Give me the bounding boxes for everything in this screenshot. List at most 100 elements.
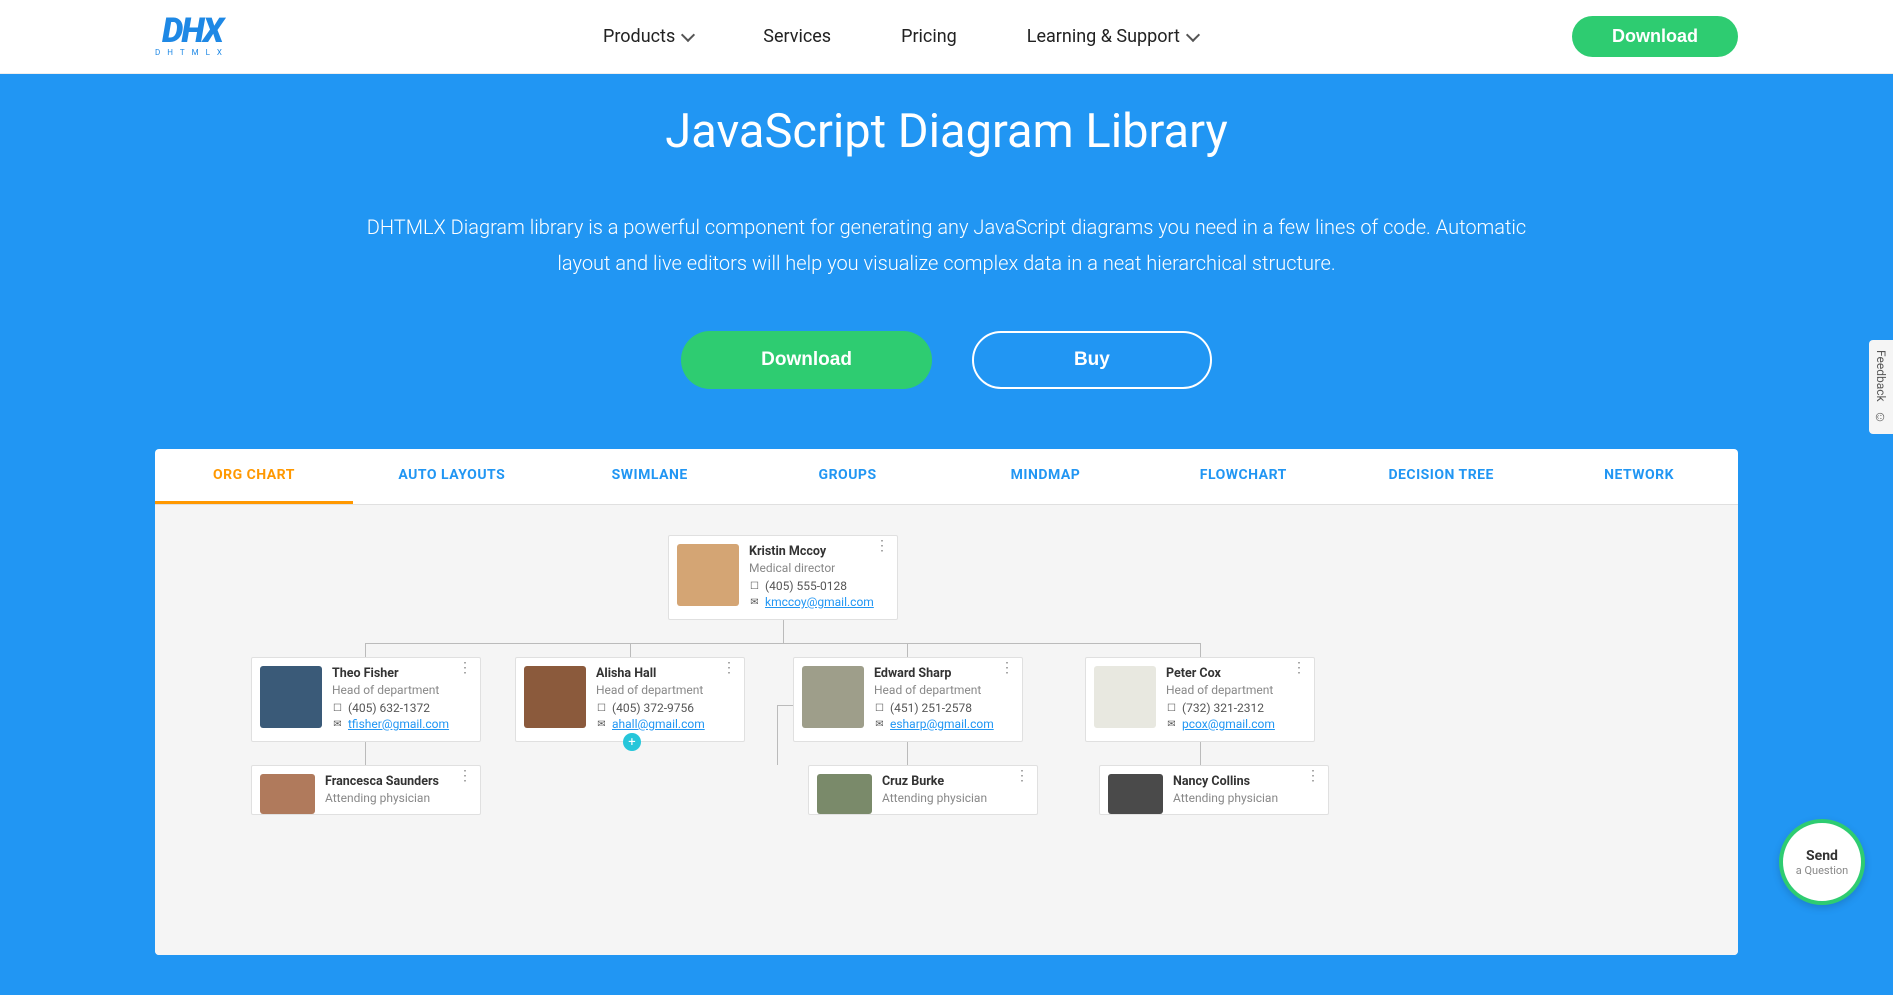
connector bbox=[365, 643, 366, 657]
connector bbox=[783, 618, 784, 643]
phone-number: (405) 555-0128 bbox=[765, 579, 847, 593]
more-icon[interactable]: ⋮ bbox=[458, 774, 472, 780]
person-name: Nancy Collins bbox=[1173, 774, 1320, 789]
org-card[interactable]: Theo Fisher Head of department ☐(405) 63… bbox=[251, 657, 481, 742]
card-info: Nancy Collins Attending physician bbox=[1173, 774, 1320, 806]
connector bbox=[907, 643, 908, 657]
connector bbox=[630, 643, 631, 657]
person-name: Kristin Mccoy bbox=[749, 544, 889, 559]
chat-bubble[interactable]: Send a Question bbox=[1779, 819, 1865, 905]
org-card[interactable]: Nancy Collins Attending physician ⋮ bbox=[1099, 765, 1329, 815]
avatar bbox=[677, 544, 739, 606]
person-title: Attending physician bbox=[882, 791, 1029, 805]
nav-learning[interactable]: Learning & Support bbox=[1027, 26, 1198, 47]
more-icon[interactable]: ⋮ bbox=[722, 666, 736, 672]
chevron-down-icon bbox=[681, 27, 695, 41]
card-info: Cruz Burke Attending physician bbox=[882, 774, 1029, 806]
tab-network[interactable]: NETWORK bbox=[1540, 449, 1738, 504]
nav-services[interactable]: Services bbox=[763, 26, 831, 47]
more-icon[interactable]: ⋮ bbox=[1306, 774, 1320, 780]
phone-icon: ☐ bbox=[749, 581, 760, 592]
site-header: DHX DHTMLX Products Services Pricing Lea… bbox=[0, 0, 1893, 74]
email-icon: ✉ bbox=[749, 597, 760, 608]
person-name: Theo Fisher bbox=[332, 666, 472, 681]
nav-pricing[interactable]: Pricing bbox=[901, 26, 957, 47]
nav-products[interactable]: Products bbox=[603, 26, 693, 47]
org-card-root[interactable]: Kristin Mccoy Medical director ☐ (405) 55… bbox=[668, 535, 898, 620]
phone-number: (405) 372-9756 bbox=[612, 701, 694, 715]
demo-panel: ORG CHART AUTO LAYOUTS SWIMLANE GROUPS M… bbox=[155, 449, 1738, 955]
connector bbox=[1200, 643, 1201, 657]
page-title: JavaScript Diagram Library bbox=[20, 104, 1873, 159]
feedback-tab[interactable]: Feedback ☺ bbox=[1869, 340, 1893, 434]
tab-mindmap[interactable]: MINDMAP bbox=[947, 449, 1145, 504]
connector bbox=[777, 705, 778, 765]
email-link[interactable]: kmccoy@gmail.com bbox=[765, 595, 874, 609]
tab-auto-layouts[interactable]: AUTO LAYOUTS bbox=[353, 449, 551, 504]
org-card[interactable]: Edward Sharp Head of department ☐(451) 2… bbox=[793, 657, 1023, 742]
expand-icon[interactable]: + bbox=[623, 733, 641, 751]
logo-text: DHX bbox=[162, 16, 222, 47]
avatar bbox=[260, 666, 322, 728]
tab-flowchart[interactable]: FLOWCHART bbox=[1144, 449, 1342, 504]
more-icon[interactable]: ⋮ bbox=[1000, 666, 1014, 672]
tab-org-chart[interactable]: ORG CHART bbox=[155, 449, 353, 504]
person-title: Attending physician bbox=[325, 791, 472, 805]
person-name: Edward Sharp bbox=[874, 666, 1014, 681]
smiley-icon: ☺ bbox=[1873, 408, 1889, 424]
more-icon[interactable]: ⋮ bbox=[458, 666, 472, 672]
email-link[interactable]: pcox@gmail.com bbox=[1182, 717, 1275, 731]
avatar bbox=[1094, 666, 1156, 728]
connector bbox=[365, 740, 366, 765]
demo-tabs: ORG CHART AUTO LAYOUTS SWIMLANE GROUPS M… bbox=[155, 449, 1738, 505]
org-card[interactable]: Alisha Hall Head of department ☐(405) 37… bbox=[515, 657, 745, 742]
chat-send-label: Send bbox=[1806, 848, 1838, 864]
email-link[interactable]: ahall@gmail.com bbox=[612, 717, 705, 731]
org-card[interactable]: Peter Cox Head of department ☐(732) 321-… bbox=[1085, 657, 1315, 742]
card-info: Francesca Saunders Attending physician bbox=[325, 774, 472, 806]
avatar bbox=[524, 666, 586, 728]
hero-section: JavaScript Diagram Library DHTMLX Diagra… bbox=[0, 74, 1893, 449]
email-link[interactable]: tfisher@gmail.com bbox=[348, 717, 449, 731]
org-card[interactable]: Francesca Saunders Attending physician ⋮ bbox=[251, 765, 481, 815]
phone-number: (405) 632-1372 bbox=[348, 701, 430, 715]
person-name: Peter Cox bbox=[1166, 666, 1306, 681]
download-button[interactable]: Download bbox=[681, 331, 932, 389]
tab-swimlane[interactable]: SWIMLANE bbox=[551, 449, 749, 504]
chevron-down-icon bbox=[1186, 27, 1200, 41]
connector bbox=[1200, 740, 1201, 765]
avatar bbox=[802, 666, 864, 728]
person-name: Francesca Saunders bbox=[325, 774, 472, 789]
avatar bbox=[260, 774, 315, 814]
email-icon: ✉ bbox=[1166, 719, 1177, 730]
buy-button[interactable]: Buy bbox=[972, 331, 1212, 389]
person-title: Medical director bbox=[749, 561, 889, 575]
email-icon: ✉ bbox=[874, 719, 885, 730]
hero-description: DHTMLX Diagram library is a powerful com… bbox=[347, 209, 1547, 281]
more-icon[interactable]: ⋮ bbox=[1292, 666, 1306, 672]
main-nav: Products Services Pricing Learning & Sup… bbox=[603, 26, 1198, 47]
download-button-header[interactable]: Download bbox=[1572, 16, 1738, 57]
logo[interactable]: DHX DHTMLX bbox=[155, 16, 229, 58]
email-icon: ✉ bbox=[596, 719, 607, 730]
person-title: Head of department bbox=[596, 683, 736, 697]
card-info: Kristin Mccoy Medical director ☐ (405) 55… bbox=[749, 544, 889, 611]
person-title: Attending physician bbox=[1173, 791, 1320, 805]
person-title: Head of department bbox=[1166, 683, 1306, 697]
logo-subtext: DHTMLX bbox=[155, 48, 229, 57]
phone-number: (451) 251-2578 bbox=[890, 701, 972, 715]
person-name: Alisha Hall bbox=[596, 666, 736, 681]
email-link[interactable]: esharp@gmail.com bbox=[890, 717, 994, 731]
email-icon: ✉ bbox=[332, 719, 343, 730]
more-icon[interactable]: ⋮ bbox=[1015, 774, 1029, 780]
org-card[interactable]: Cruz Burke Attending physician ⋮ bbox=[808, 765, 1038, 815]
person-title: Head of department bbox=[874, 683, 1014, 697]
diagram-canvas[interactable]: Kristin Mccoy Medical director ☐ (405) 55… bbox=[155, 505, 1738, 955]
feedback-label: Feedback bbox=[1874, 350, 1888, 402]
tab-decision-tree[interactable]: DECISION TREE bbox=[1342, 449, 1540, 504]
tab-groups[interactable]: GROUPS bbox=[749, 449, 947, 504]
connector bbox=[907, 740, 908, 765]
card-info: Edward Sharp Head of department ☐(451) 2… bbox=[874, 666, 1014, 733]
more-icon[interactable]: ⋮ bbox=[875, 544, 889, 550]
hero-buttons: Download Buy bbox=[20, 331, 1873, 389]
